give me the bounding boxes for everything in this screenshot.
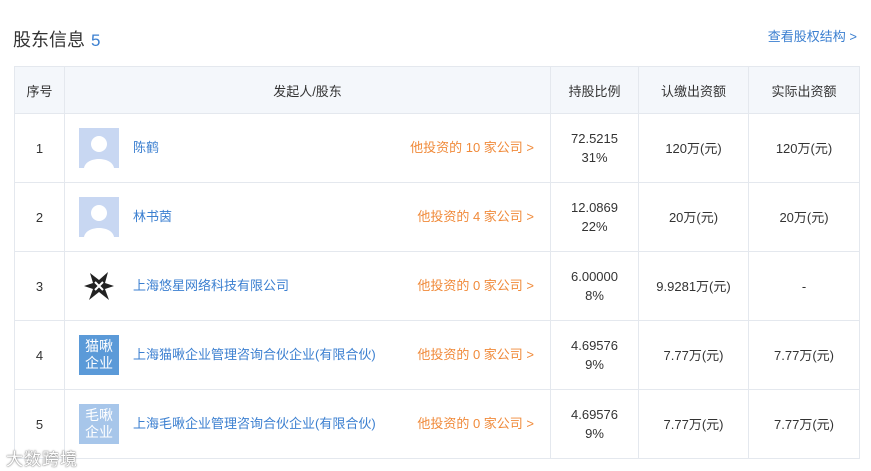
shareholder-count: 5 — [91, 31, 101, 50]
ratio-value: 6.00000 — [571, 269, 618, 284]
default-avatar-icon[interactable] — [79, 128, 119, 168]
ratio-value: 72.5215 — [571, 131, 618, 146]
avatar-text-line1: 毛啾 — [85, 407, 113, 423]
ratio-percent: 9% — [585, 426, 604, 441]
ratio-value: 4.69576 — [571, 338, 618, 353]
table-row: 3 上海悠星网络科技有限公司 他投资的 0 家公司 > 6.00000 8% 9.… — [14, 251, 860, 321]
avatar-text-line2: 企业 — [85, 355, 113, 371]
avatar-text-line1: 猫啾 — [85, 338, 113, 354]
column-header-actual: 实际出资额 — [748, 66, 860, 114]
shareholder-name-link[interactable]: 上海毛啾企业管理咨询合伙企业(有限合伙) — [133, 414, 376, 433]
subscribed-amount: 120万(元) — [638, 113, 749, 183]
shareholder-cell: 毛啾 企业 上海毛啾企业管理咨询合伙企业(有限合伙) 他投资的 0 家公司 > — [64, 389, 551, 459]
default-avatar-icon[interactable] — [79, 197, 119, 237]
ratio-cell: 12.0869 22% — [550, 182, 639, 252]
row-index: 1 — [14, 113, 65, 183]
section-header: 股东信息 5 查看股权结构 > — [13, 22, 857, 54]
actual-amount: 120万(元) — [748, 113, 860, 183]
investment-count-link[interactable]: 他投资的 0 家公司 > — [417, 345, 534, 364]
row-index: 4 — [14, 320, 65, 390]
actual-amount: - — [748, 251, 860, 321]
table-row: 2 林书茵 他投资的 4 家公司 > 12.0869 22% 20万(元) 20万… — [14, 182, 860, 252]
subscribed-amount: 9.9281万(元) — [638, 251, 749, 321]
avatar-text-line2: 企业 — [85, 424, 113, 440]
ratio-cell: 4.69576 9% — [550, 389, 639, 459]
column-header-index: 序号 — [14, 66, 65, 114]
table-header-row: 序号 发起人/股东 持股比例 认缴出资额 实际出资额 — [14, 66, 860, 114]
shareholder-name-link[interactable]: 林书茵 — [133, 207, 172, 226]
ratio-percent: 9% — [585, 357, 604, 372]
table-row: 1 陈鹤 他投资的 10 家公司 > 72.5215 31% 120万(元) 12… — [14, 113, 860, 183]
view-equity-structure-link[interactable]: 查看股权结构 > — [768, 26, 857, 45]
company-logo-icon[interactable] — [79, 266, 119, 306]
section-title-text: 股东信息 — [13, 30, 85, 50]
subscribed-amount: 7.77万(元) — [638, 389, 749, 459]
row-index: 3 — [14, 251, 65, 321]
ratio-percent: 22% — [581, 219, 608, 234]
column-header-ratio: 持股比例 — [550, 66, 639, 114]
ratio-cell: 6.00000 8% — [550, 251, 639, 321]
company-text-avatar[interactable]: 毛啾 企业 — [79, 404, 119, 444]
shareholder-cell: 上海悠星网络科技有限公司 他投资的 0 家公司 > — [64, 251, 551, 321]
investment-count-link[interactable]: 他投资的 0 家公司 > — [417, 276, 534, 295]
ratio-cell: 72.5215 31% — [550, 113, 639, 183]
subscribed-amount: 20万(元) — [638, 182, 749, 252]
ratio-percent: 8% — [585, 288, 604, 303]
actual-amount: 7.77万(元) — [748, 320, 860, 390]
column-header-shareholder: 发起人/股东 — [64, 66, 551, 114]
shareholder-cell: 林书茵 他投资的 4 家公司 > — [64, 182, 551, 252]
column-header-subscribed: 认缴出资额 — [638, 66, 749, 114]
company-text-avatar[interactable]: 猫啾 企业 — [79, 335, 119, 375]
table-row: 5 毛啾 企业 上海毛啾企业管理咨询合伙企业(有限合伙) 他投资的 0 家公司 … — [14, 389, 860, 459]
subscribed-amount: 7.77万(元) — [638, 320, 749, 390]
watermark: 大数跨境 — [6, 450, 78, 469]
investment-count-link[interactable]: 他投资的 4 家公司 > — [417, 207, 534, 226]
shareholder-name-link[interactable]: 陈鹤 — [133, 138, 159, 157]
actual-amount: 20万(元) — [748, 182, 860, 252]
shareholder-table: 序号 发起人/股东 持股比例 认缴出资额 实际出资额 1 陈鹤 他投资的 10 … — [14, 66, 860, 459]
shareholder-name-link[interactable]: 上海悠星网络科技有限公司 — [133, 276, 289, 295]
ratio-value: 12.0869 — [571, 200, 618, 215]
shareholder-cell: 猫啾 企业 上海猫啾企业管理咨询合伙企业(有限合伙) 他投资的 0 家公司 > — [64, 320, 551, 390]
row-index: 2 — [14, 182, 65, 252]
ratio-value: 4.69576 — [571, 407, 618, 422]
shareholder-cell: 陈鹤 他投资的 10 家公司 > — [64, 113, 551, 183]
actual-amount: 7.77万(元) — [748, 389, 860, 459]
ratio-cell: 4.69576 9% — [550, 320, 639, 390]
ratio-percent: 31% — [581, 150, 608, 165]
shareholder-name-link[interactable]: 上海猫啾企业管理咨询合伙企业(有限合伙) — [133, 345, 376, 364]
table-row: 4 猫啾 企业 上海猫啾企业管理咨询合伙企业(有限合伙) 他投资的 0 家公司 … — [14, 320, 860, 390]
section-title: 股东信息 5 — [13, 26, 100, 52]
investment-count-link[interactable]: 他投资的 0 家公司 > — [417, 414, 534, 433]
investment-count-link[interactable]: 他投资的 10 家公司 > — [410, 138, 534, 157]
